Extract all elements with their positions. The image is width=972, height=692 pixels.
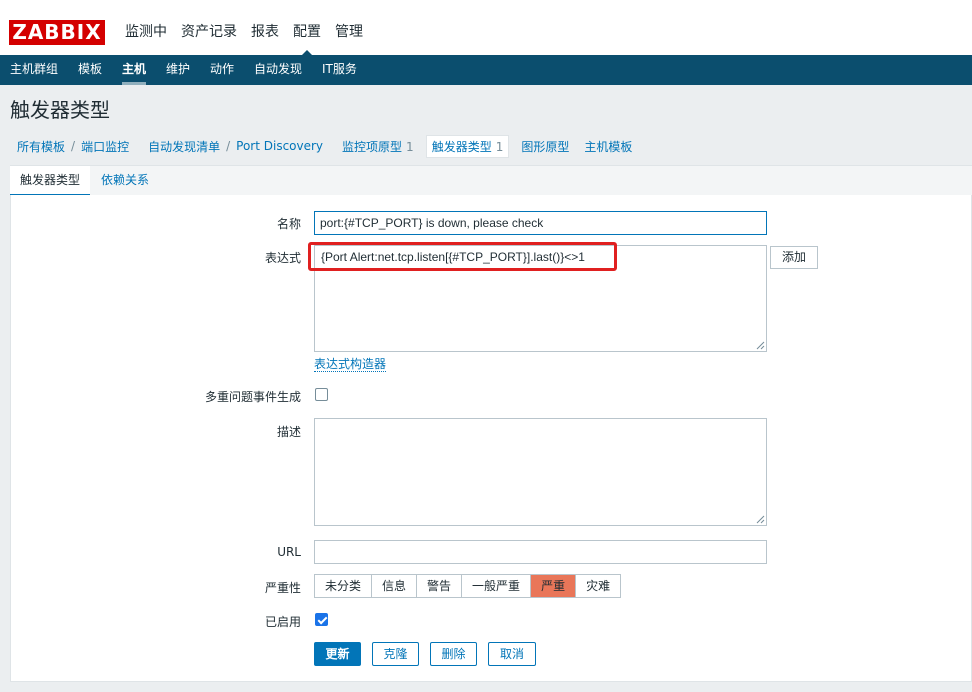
- menu-inventory[interactable]: 资产记录: [174, 22, 244, 42]
- expression-constructor-link[interactable]: 表达式构造器: [314, 357, 387, 372]
- breadcrumb-all-templates[interactable]: 所有模板: [17, 138, 65, 155]
- cancel-button[interactable]: 取消: [488, 642, 536, 666]
- update-button[interactable]: 更新: [314, 642, 361, 666]
- breadcrumb-separator: /: [226, 139, 231, 153]
- trigger-form: 名称 port:{#TCP_PORT} is down, please chec…: [10, 195, 972, 682]
- submenu-host-groups[interactable]: 主机群组: [10, 55, 58, 85]
- delete-button[interactable]: 删除: [430, 642, 477, 666]
- submenu-it-services[interactable]: IT服务: [322, 55, 357, 85]
- submenu-discovery[interactable]: 自动发现: [254, 55, 302, 85]
- severity-information[interactable]: 信息: [372, 575, 418, 597]
- submenu-hosts[interactable]: 主机: [122, 55, 147, 85]
- sub-menu: 主机群组 模板 主机 维护 动作 自动发现 IT服务: [0, 55, 972, 85]
- form-tabs: 触发器类型 依赖关系: [10, 165, 972, 196]
- item-prototypes-label: 监控项原型: [342, 139, 403, 154]
- severity-average[interactable]: 一般严重: [462, 575, 532, 597]
- name-input[interactable]: port:{#TCP_PORT} is down, please check: [314, 211, 767, 235]
- trigger-prototypes-label: 触发器类型: [431, 139, 492, 154]
- trigger-prototypes-count: 1: [495, 139, 504, 154]
- resize-handle-icon[interactable]: [756, 341, 765, 350]
- main-menu: 监测中 资产记录 报表 配置 管理: [118, 22, 370, 56]
- menu-reports[interactable]: 报表: [244, 22, 286, 42]
- enabled-checkbox[interactable]: [315, 613, 328, 626]
- top-header: ZABBIX 监测中 资产记录 报表 配置 管理: [0, 0, 972, 56]
- url-label: URL: [277, 545, 301, 559]
- submenu-maintenance[interactable]: 维护: [166, 55, 190, 85]
- breadcrumb-trigger-prototypes[interactable]: 触发器类型 1: [425, 134, 510, 158]
- breadcrumb-separator: /: [71, 139, 76, 153]
- menu-monitoring[interactable]: 监测中: [118, 22, 174, 42]
- menu-administration[interactable]: 管理: [328, 22, 370, 42]
- submenu-templates[interactable]: 模板: [78, 55, 102, 85]
- breadcrumb-discovery-list[interactable]: 自动发现清单: [148, 138, 220, 155]
- page-title: 触发器类型: [10, 98, 110, 122]
- tab-trigger-prototype[interactable]: 触发器类型: [10, 166, 91, 196]
- severity-warning[interactable]: 警告: [417, 575, 463, 597]
- url-input[interactable]: [314, 540, 767, 564]
- menu-configuration[interactable]: 配置: [286, 22, 328, 56]
- severity-label: 严重性: [264, 581, 301, 595]
- severity-selector: 未分类 信息 警告 一般严重 严重 灾难: [314, 574, 622, 598]
- breadcrumb-discovery-rule[interactable]: Port Discovery: [236, 139, 323, 153]
- severity-disaster[interactable]: 灾难: [576, 575, 621, 597]
- description-label: 描述: [276, 425, 301, 439]
- resize-handle-icon[interactable]: [756, 515, 765, 524]
- add-expression-button[interactable]: 添加: [770, 246, 818, 269]
- item-prototypes-count: 1: [406, 139, 414, 154]
- clone-button[interactable]: 克隆: [372, 642, 419, 666]
- multiple-events-checkbox[interactable]: [315, 388, 328, 401]
- highlight-annotation: [308, 242, 617, 271]
- severity-high[interactable]: 严重: [531, 575, 577, 597]
- name-label: 名称: [276, 217, 301, 231]
- breadcrumb-host-prototypes[interactable]: 主机模板: [584, 138, 632, 155]
- breadcrumb: 所有模板 / 端口监控 自动发现清单 / Port Discovery 监控项原…: [10, 134, 632, 158]
- tab-dependencies[interactable]: 依赖关系: [101, 166, 149, 196]
- breadcrumb-graph-prototypes[interactable]: 图形原型: [521, 138, 569, 155]
- submenu-actions[interactable]: 动作: [210, 55, 234, 85]
- multiple-events-label: 多重问题事件生成: [204, 390, 301, 404]
- severity-not-classified[interactable]: 未分类: [315, 575, 373, 597]
- description-textarea[interactable]: [314, 418, 767, 526]
- breadcrumb-template[interactable]: 端口监控: [81, 138, 129, 155]
- zabbix-logo[interactable]: ZABBIX: [9, 20, 105, 45]
- enabled-label: 已启用: [264, 615, 301, 629]
- expression-label: 表达式: [264, 251, 301, 265]
- breadcrumb-item-prototypes[interactable]: 监控项原型 1: [342, 138, 414, 155]
